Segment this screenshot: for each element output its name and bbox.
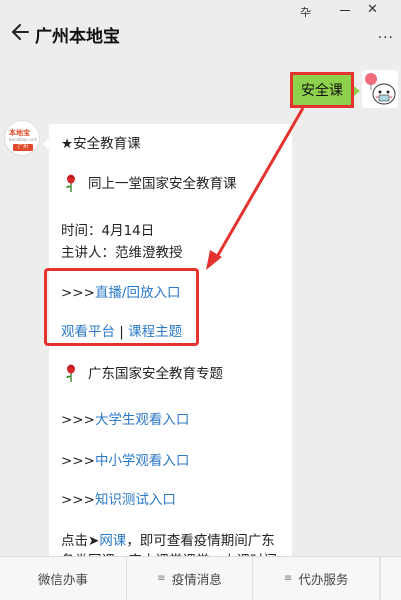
item-course-title: 同上一堂国家安全教育课 [88, 176, 237, 192]
item-topic-title: 广东国家安全教育专题 [88, 366, 223, 382]
cartoon-avatar-icon [362, 70, 398, 108]
online-course-row: 点击➤网课，即可查看疫情期间广东 [61, 529, 275, 549]
cutoff-text: 各类网课，空中课堂课堂，上课时间 [61, 549, 277, 556]
highlight-box [44, 268, 199, 346]
menu-label: 微信办事 [37, 572, 88, 587]
user-message-bubble[interactable]: 安全课 [290, 72, 354, 108]
bottom-menu: 微信办事 ≡ 疫情消息 ≡ 代办服务 [0, 556, 401, 600]
more-options-icon[interactable]: ··· [378, 30, 394, 46]
list-icon: ≡ [157, 573, 166, 584]
minimize-icon[interactable] [340, 10, 350, 11]
university-link[interactable]: 大学生观看入口 [95, 412, 190, 428]
title-bar: 卆 ✕ 广州本地宝 ··· [0, 0, 401, 62]
keyboard-toggle[interactable] [380, 557, 401, 600]
list-item: 同上一堂国家安全教育课 [61, 172, 237, 192]
list-icon: ≡ [283, 573, 293, 584]
rose-icon [66, 174, 75, 192]
university-entry-row: >>>大学生观看入口 [61, 408, 189, 428]
status-glyph: 卆 [300, 6, 311, 19]
click-prefix: 点击➤ [61, 533, 100, 549]
page-title: 广州本地宝 [35, 27, 120, 47]
quiz-entry-row: >>>知识测试入口 [61, 488, 176, 508]
close-icon[interactable]: ✕ [367, 2, 378, 17]
list-item: 广东国家安全教育专题 [61, 362, 223, 382]
bot-avatar[interactable]: 本地宝 bendibao.com 广州 [4, 120, 40, 156]
quiz-link[interactable]: 知识测试入口 [95, 492, 176, 508]
arrow-prefix: >>> [61, 412, 95, 428]
card-heading: ★安全教育课 [61, 136, 141, 152]
time-text: 时间：4月14日 [61, 223, 155, 239]
school-entry-row: >>>中小学观看入口 [61, 449, 189, 469]
bubble-tail [354, 86, 360, 96]
menu-item-services[interactable]: 微信办事 [0, 557, 127, 600]
online-course-link[interactable]: 网课 [99, 533, 126, 549]
back-arrow-icon[interactable] [8, 21, 30, 43]
school-link[interactable]: 中小学观看入口 [95, 453, 190, 469]
menu-item-agency-service[interactable]: ≡ 代办服务 [253, 557, 381, 600]
arrow-prefix: >>> [61, 453, 95, 469]
click-suffix: ，即可查看疫情期间广东 [126, 533, 275, 549]
menu-label: 疫情消息 [171, 572, 222, 587]
menu-item-epidemic-news[interactable]: ≡ 疫情消息 [127, 557, 254, 600]
avatar-logo-domain: bendibao.com [9, 137, 38, 142]
arrow-prefix: >>> [61, 492, 95, 508]
rose-icon [66, 364, 75, 382]
speaker-text: 主讲人：范维澄教授 [61, 245, 183, 261]
user-avatar[interactable] [362, 70, 398, 108]
avatar-logo-city: 广州 [13, 144, 33, 151]
user-message-text: 安全课 [301, 83, 343, 99]
menu-label: 代办服务 [298, 572, 349, 587]
